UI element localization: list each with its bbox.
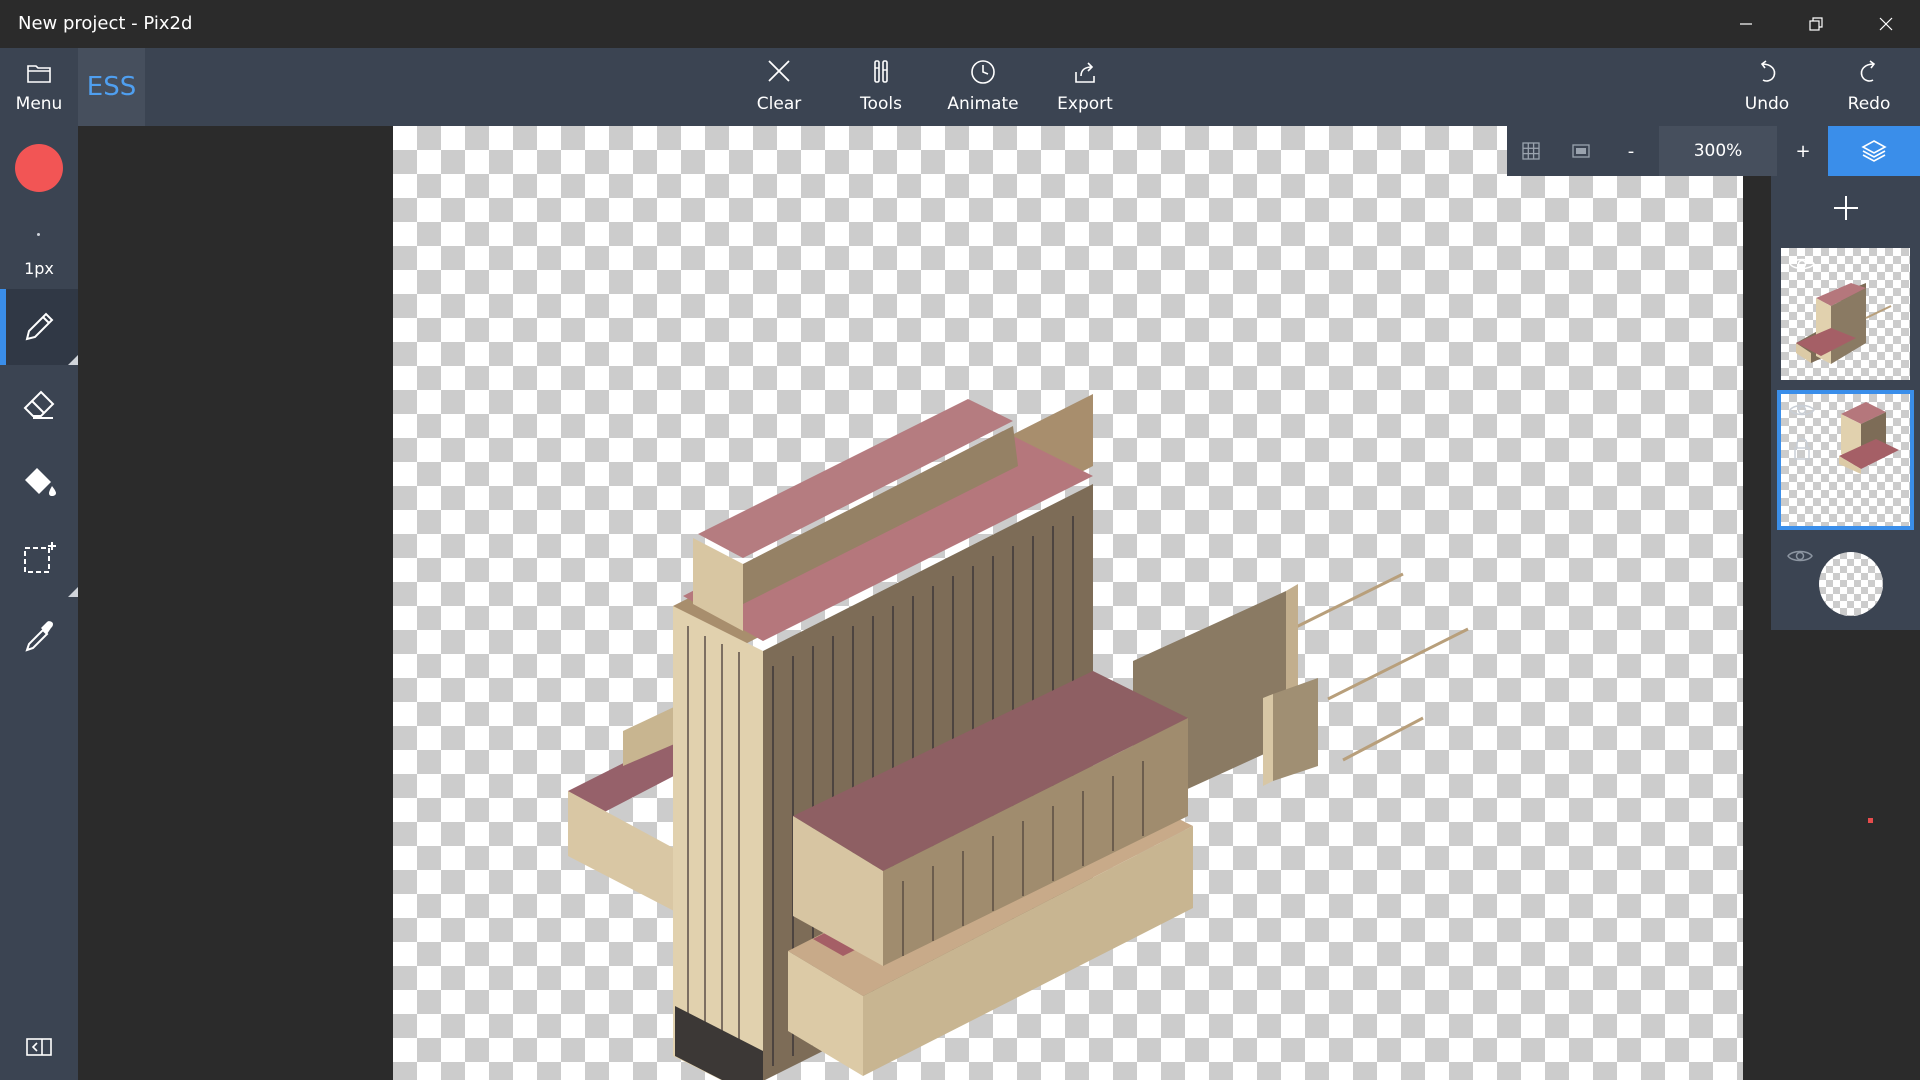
pencil-tool[interactable] (0, 289, 78, 365)
fill-tool[interactable] (0, 444, 78, 520)
cursor-marker (1868, 818, 1873, 823)
color-swatch[interactable] (15, 144, 63, 192)
zoom-in-button[interactable]: + (1779, 126, 1827, 176)
layer-item[interactable] (1777, 244, 1914, 384)
clear-button[interactable]: Clear (738, 48, 820, 126)
export-label: Export (1057, 94, 1113, 114)
redo-label: Redo (1847, 94, 1891, 114)
grid-toggle-button[interactable] (1507, 126, 1555, 176)
zoom-level[interactable]: 300% (1659, 126, 1777, 176)
visibility-eye-icon[interactable] (1789, 256, 1815, 272)
brush-preview (37, 233, 40, 236)
brush-size-label[interactable]: 1px (0, 259, 78, 278)
layers-icon (1861, 140, 1887, 162)
animate-button[interactable]: Animate (942, 48, 1024, 126)
pencil-icon (25, 312, 54, 341)
undo-button[interactable]: Undo (1726, 48, 1808, 126)
window-title: New project - Pix2d (18, 13, 193, 34)
redo-button[interactable]: Redo (1828, 48, 1910, 126)
plus-icon (1833, 196, 1858, 220)
menu-label: Menu (15, 94, 63, 114)
tool-options-indicator (68, 587, 78, 597)
brand-label: ESS (78, 48, 145, 126)
minimize-icon (1740, 23, 1752, 25)
menu-button[interactable]: Menu (0, 48, 78, 126)
layers-toggle-button[interactable] (1828, 126, 1920, 176)
folder-icon (27, 65, 51, 83)
undo-label: Undo (1744, 94, 1790, 114)
picker-tool[interactable] (0, 598, 78, 674)
add-layer-button[interactable] (1771, 176, 1920, 240)
grid-icon (1522, 142, 1540, 160)
close-x-icon (768, 60, 790, 82)
layer-thumbnail-empty (1819, 552, 1883, 616)
layer-item[interactable] (1777, 538, 1914, 628)
artwork (568, 394, 1469, 1080)
close-icon (1879, 17, 1893, 31)
layers-panel (1771, 176, 1920, 630)
tools-label: Tools (860, 94, 902, 114)
lock-icon[interactable] (1793, 438, 1811, 460)
visibility-eye-icon[interactable] (1789, 402, 1815, 418)
minimize-button[interactable] (1712, 0, 1780, 48)
eyedropper-icon (25, 621, 53, 652)
frame-icon (1572, 144, 1590, 158)
select-tool[interactable] (0, 521, 78, 597)
command-bar: Menu Clear Tools Animate Export Undo Red… (0, 48, 1920, 126)
animate-label: Animate (947, 94, 1019, 114)
restore-button[interactable] (1782, 0, 1850, 48)
clock-icon (971, 60, 995, 84)
tool-options-indicator (68, 355, 78, 365)
view-toolbar: - 300% + (1507, 126, 1920, 176)
export-button[interactable]: Export (1044, 48, 1126, 126)
tools-button[interactable]: Tools (840, 48, 922, 126)
visibility-eye-icon[interactable] (1787, 548, 1813, 564)
share-icon (1075, 62, 1095, 83)
redo-icon (1860, 60, 1876, 82)
eraser-tool[interactable] (0, 366, 78, 442)
close-button[interactable] (1852, 0, 1920, 48)
drawing-canvas[interactable] (393, 126, 1743, 1080)
zoom-out-button[interactable]: - (1607, 126, 1655, 176)
eraser-icon (23, 390, 55, 419)
title-bar: New project - Pix2d (0, 0, 1920, 48)
frame-toggle-button[interactable] (1557, 126, 1605, 176)
paint-bucket-icon (25, 468, 56, 496)
selection-icon (24, 542, 56, 573)
collapse-panel-icon[interactable] (26, 1038, 52, 1056)
layer-item-selected[interactable] (1777, 390, 1914, 530)
restore-icon (1809, 17, 1823, 31)
undo-icon (1760, 60, 1776, 82)
tool-bar: 1px (0, 126, 78, 1080)
tools-icon (874, 60, 888, 83)
clear-label: Clear (756, 94, 802, 114)
